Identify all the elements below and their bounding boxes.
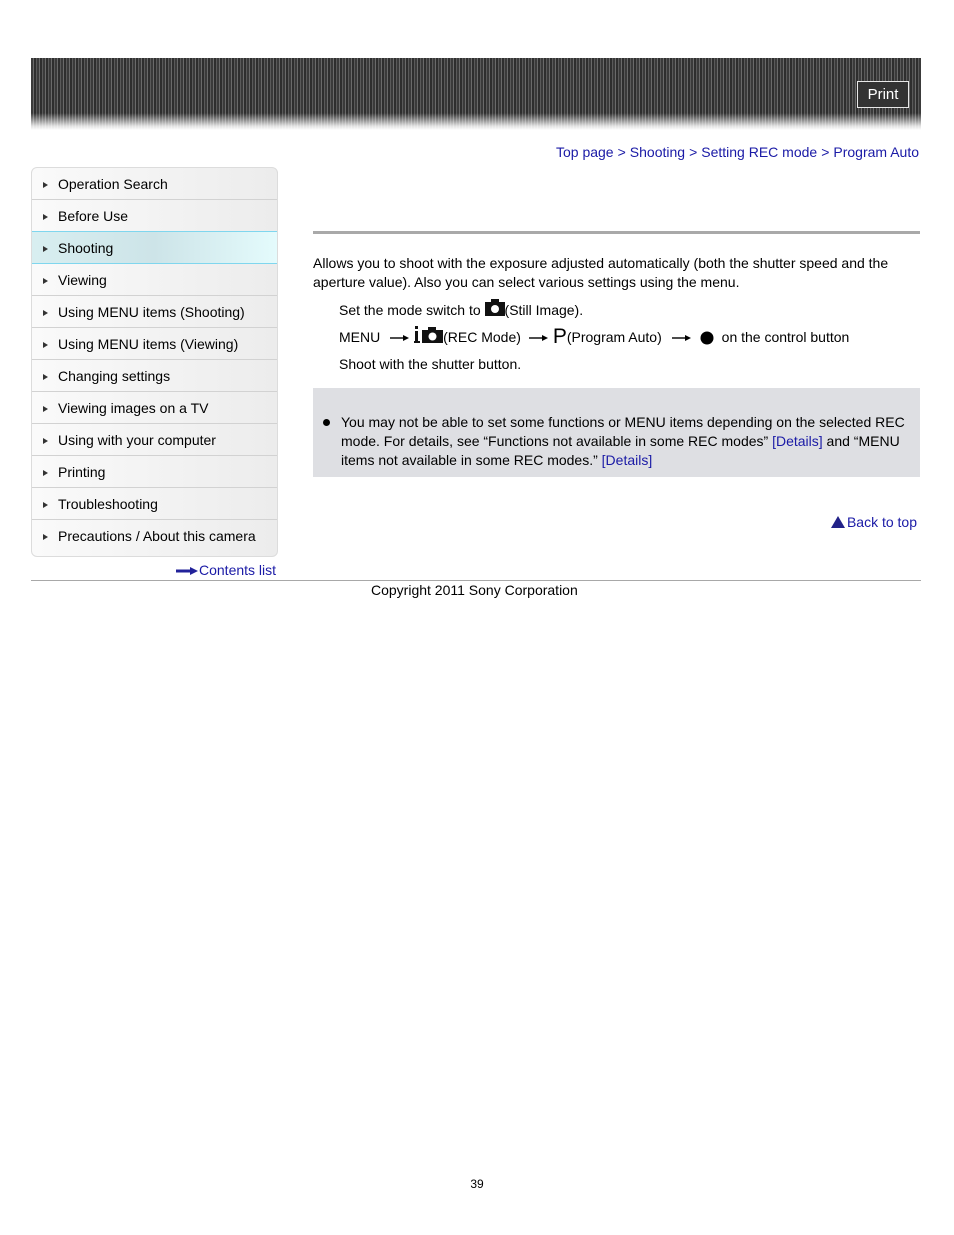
triangle-right-icon xyxy=(43,534,48,540)
rec-mode-camera-icon xyxy=(414,326,444,343)
sidebar-item-label: Shooting xyxy=(58,240,114,256)
triangle-right-icon xyxy=(43,502,48,508)
sidebar-item-label: Using with your computer xyxy=(58,432,216,448)
triangle-right-icon xyxy=(43,278,48,284)
triangle-up-icon xyxy=(830,516,845,528)
contents-list-label: Contents list xyxy=(199,562,277,578)
sidebar-item-precautions[interactable]: Precautions / About this camera xyxy=(32,520,277,556)
sidebar-item-before-use[interactable]: Before Use xyxy=(32,200,277,232)
sidebar-item-label: Using MENU items (Viewing) xyxy=(58,336,239,352)
step-1-suffix: (Still Image). xyxy=(504,302,584,318)
back-to-top-label: Back to top xyxy=(846,514,917,530)
contents-list-link[interactable]: Contents list xyxy=(176,562,276,578)
arrow-right-icon xyxy=(176,567,198,576)
sidebar-item-label: Viewing images on a TV xyxy=(58,400,209,416)
breadcrumb-top-page[interactable]: Top page xyxy=(556,144,614,160)
sidebar-item-computer[interactable]: Using with your computer xyxy=(32,424,277,456)
sidebar-item-label: Printing xyxy=(58,464,106,480)
breadcrumb-setting-rec-mode[interactable]: Setting REC mode xyxy=(701,144,817,160)
sidebar-item-menu-viewing[interactable]: Using MENU items (Viewing) xyxy=(32,328,277,360)
breadcrumb-separator: > xyxy=(617,144,626,160)
triangle-right-icon xyxy=(43,246,48,252)
arrow-right-icon xyxy=(528,335,548,342)
menu-label: MENU xyxy=(339,329,381,345)
step-3: Shoot with the shutter button. xyxy=(339,356,522,372)
rec-mode-label: (REC Mode) xyxy=(443,329,521,345)
sidebar-item-viewing-tv[interactable]: Viewing images on a TV xyxy=(32,392,277,424)
sidebar-nav: Operation Search Before Use Shooting Vie… xyxy=(31,167,278,557)
triangle-right-icon xyxy=(43,310,48,316)
control-button-label: on the control button xyxy=(721,329,850,345)
sidebar-item-label: Using MENU items (Shooting) xyxy=(58,304,245,320)
sidebar-item-label: Operation Search xyxy=(58,176,168,192)
sidebar-item-shooting[interactable]: Shooting xyxy=(32,231,277,264)
program-auto-label: (Program Auto) xyxy=(566,329,662,345)
sidebar-item-viewing[interactable]: Viewing xyxy=(32,264,277,296)
sidebar-item-changing-settings[interactable]: Changing settings xyxy=(32,360,277,392)
sidebar-item-troubleshooting[interactable]: Troubleshooting xyxy=(32,488,277,520)
note-box: You may not be able to set some function… xyxy=(313,388,920,477)
triangle-right-icon xyxy=(43,214,48,220)
note-text: You may not be able to set some function… xyxy=(341,413,915,470)
arrow-right-icon xyxy=(390,335,410,342)
triangle-right-icon xyxy=(43,438,48,444)
footer-divider xyxy=(31,580,921,581)
breadcrumb-shooting[interactable]: Shooting xyxy=(630,144,685,160)
breadcrumb-separator: > xyxy=(689,144,698,160)
sidebar-item-printing[interactable]: Printing xyxy=(32,456,277,488)
header-banner: Print xyxy=(31,58,921,130)
page-number: 39 xyxy=(470,1177,484,1191)
bullet-icon xyxy=(323,419,330,426)
print-button[interactable]: Print xyxy=(857,81,909,108)
triangle-right-icon xyxy=(43,406,48,412)
sidebar-item-label: Before Use xyxy=(58,208,129,224)
program-p-icon: P xyxy=(552,325,567,348)
camera-icon xyxy=(484,299,505,316)
triangle-right-icon xyxy=(43,470,48,476)
step-2: MENU (REC Mode) P(Program Auto) on the c… xyxy=(339,325,849,349)
title-divider xyxy=(313,231,920,234)
arrow-right-icon xyxy=(671,335,691,342)
step-1: Set the mode switch to (Still Image). xyxy=(339,299,583,318)
sidebar-item-menu-shooting[interactable]: Using MENU items (Shooting) xyxy=(32,296,277,328)
back-to-top-link[interactable]: Back to top xyxy=(830,514,917,530)
control-button-center-icon xyxy=(700,331,714,345)
details-link-functions[interactable]: [Details] xyxy=(772,433,823,449)
sidebar-item-label: Viewing xyxy=(58,272,107,288)
sidebar-item-label: Troubleshooting xyxy=(58,496,158,512)
triangle-right-icon xyxy=(43,342,48,348)
intro-paragraph: Allows you to shoot with the exposure ad… xyxy=(313,255,889,290)
step-1-prefix: Set the mode switch to xyxy=(339,302,481,318)
triangle-right-icon xyxy=(43,182,48,188)
breadcrumb: Top page > Shooting > Setting REC mode > Progr… xyxy=(556,144,919,160)
breadcrumb-separator: > xyxy=(821,144,830,160)
triangle-right-icon xyxy=(43,374,48,380)
copyright: Copyright 2011 Sony Corporation xyxy=(371,582,578,598)
sidebar-item-label: Precautions / About this camera xyxy=(58,528,256,544)
details-link-menu-items[interactable]: [Details] xyxy=(602,452,653,468)
sidebar-item-operation-search[interactable]: Operation Search xyxy=(32,168,277,200)
breadcrumb-program-auto[interactable]: Program Auto xyxy=(833,144,919,160)
sidebar-item-label: Changing settings xyxy=(58,368,171,384)
